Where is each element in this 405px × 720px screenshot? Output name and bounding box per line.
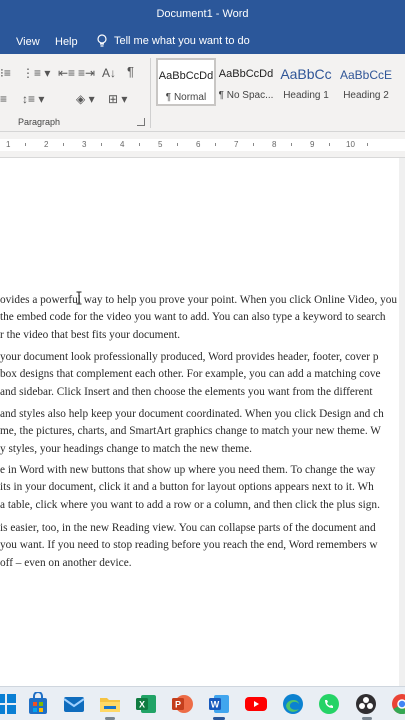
ruler-tick: [177, 143, 178, 146]
style-name: Heading 2: [343, 90, 389, 101]
text-line: box designs that complement each other. …: [0, 368, 381, 381]
style-heading-1[interactable]: AaBbCc Heading 1: [276, 58, 336, 106]
paragraph[interactable]: ovides a powerful way to help you prove …: [0, 292, 405, 344]
ruler-tick: [25, 143, 26, 146]
text-line: you want. If you need to stop reading be…: [0, 539, 378, 552]
ruler-number: 7: [234, 140, 239, 149]
lightbulb-icon: [97, 34, 107, 47]
ruler-tick: [63, 143, 64, 146]
title-bar: Document1 - Word: [0, 0, 405, 30]
style-name: ¶ Normal: [165, 92, 207, 103]
tell-me-search[interactable]: Tell me what you want to do: [96, 34, 250, 48]
text-line: e in Word with new buttons that show up …: [0, 464, 376, 476]
text-cursor-icon: [76, 291, 82, 305]
obs-studio-icon[interactable]: [354, 692, 378, 716]
justify-icon[interactable]: ≡: [0, 92, 7, 106]
youtube-icon[interactable]: [244, 692, 268, 716]
svg-text:P: P: [175, 700, 181, 710]
document-page[interactable]: ovides a powerful way to help you prove …: [0, 158, 405, 686]
ruler-number: 9: [310, 140, 315, 149]
style-sample: AaBbCcDd: [218, 68, 274, 80]
style-name: Heading 1: [283, 90, 329, 101]
text-line: off – even on another device.: [0, 556, 132, 569]
ribbon: ⁝≡ ⋮≡ ▾ ⇤≡ ≡⇥ A↓ ¶ ≡ ↕≡ ▾ ◈ ▾ ⊞ ▾ Paragr…: [0, 54, 405, 132]
text-line: its in your document, click it and a but…: [0, 481, 374, 494]
text-line: and styles also help keep your document …: [0, 408, 384, 420]
paragraph[interactable]: and styles also help keep your document …: [0, 406, 405, 458]
ruler-number: 8: [272, 140, 277, 149]
ruler-number: 1: [6, 140, 11, 149]
paragraph[interactable]: is easier, too, in the new Reading view.…: [0, 520, 405, 572]
menu-bar: View Help Tell me what you want to do: [0, 30, 405, 54]
text-line: a table, click where you want to add a r…: [0, 498, 380, 511]
ruler-number: 3: [82, 140, 87, 149]
style-no-spacing[interactable]: AaBbCcDd ¶ No Spac...: [216, 58, 276, 106]
ruler-number: 6: [196, 140, 201, 149]
style-normal[interactable]: AaBbCcDd ¶ Normal: [156, 58, 216, 106]
ruler-tick: [139, 143, 140, 146]
show-marks-icon[interactable]: ¶: [127, 65, 134, 79]
decrease-indent-icon[interactable]: ⇤≡: [58, 66, 75, 80]
style-sample: AaBbCcE: [339, 68, 393, 82]
ruler-tick: [101, 143, 102, 146]
text-line: the embed code for the video you want to…: [0, 311, 386, 324]
style-name: ¶ No Spac...: [218, 90, 274, 101]
svg-text:X: X: [139, 700, 145, 710]
vertical-scrollbar[interactable]: [399, 158, 405, 686]
text-line: r the video that best fits your document…: [0, 328, 181, 341]
styles-gallery: AaBbCcDd ¶ Normal AaBbCcDd ¶ No Spac... …: [156, 58, 396, 108]
ruler-tick: [215, 143, 216, 146]
paragraph-dialog-launcher-icon[interactable]: [137, 118, 145, 126]
ruler-number: 2: [44, 140, 49, 149]
style-heading-2[interactable]: AaBbCcE Heading 2: [336, 58, 396, 106]
tab-help[interactable]: Help: [55, 36, 78, 48]
whatsapp-icon[interactable]: [317, 692, 341, 716]
powerpoint-icon[interactable]: P: [170, 692, 194, 716]
ribbon-separator: [150, 58, 151, 128]
taskbar: X P W: [0, 686, 405, 720]
chrome-icon[interactable]: [390, 692, 405, 716]
text-line: your document look professionally produc…: [0, 351, 379, 363]
mail-icon[interactable]: [62, 692, 86, 716]
text-line: and sidebar. Click Insert and then choos…: [0, 385, 373, 398]
bullets-icon[interactable]: ⁝≡: [0, 66, 11, 80]
microsoft-store-icon[interactable]: [26, 692, 50, 716]
style-sample: AaBbCc: [280, 66, 332, 82]
text-line: ovides a powerful way to help you prove …: [0, 294, 398, 306]
ruler-number: 4: [120, 140, 125, 149]
ruler-tick: [329, 143, 330, 146]
start-icon[interactable]: [0, 692, 18, 716]
file-explorer-icon[interactable]: [98, 692, 122, 716]
window-title: Document1 - Word: [156, 8, 249, 20]
ruler-number: 5: [158, 140, 163, 149]
paragraph[interactable]: e in Word with new buttons that show up …: [0, 462, 405, 514]
tell-me-label: Tell me what you want to do: [114, 35, 250, 47]
line-spacing-icon[interactable]: ↕≡ ▾: [22, 92, 44, 106]
ruler-strip: [0, 139, 405, 151]
ruler-tick: [253, 143, 254, 146]
multilevel-list-icon[interactable]: ⋮≡ ▾: [22, 66, 50, 80]
text-line: is easier, too, in the new Reading view.…: [0, 522, 376, 534]
style-sample: AaBbCcDd: [158, 70, 214, 82]
excel-icon[interactable]: X: [134, 692, 158, 716]
text-line: me, the pictures, charts, and SmartArt g…: [0, 425, 381, 438]
ruler-tick: [291, 143, 292, 146]
edge-icon[interactable]: [281, 692, 305, 716]
ruler-number: 10: [346, 140, 355, 149]
borders-icon[interactable]: ⊞ ▾: [108, 92, 127, 106]
tab-view[interactable]: View: [16, 36, 40, 48]
ruler[interactable]: 1 2 3 4 5 6 7 8 9 10: [0, 132, 405, 158]
svg-text:W: W: [211, 700, 220, 710]
increase-indent-icon[interactable]: ≡⇥: [78, 66, 95, 80]
word-icon[interactable]: W: [207, 692, 231, 716]
paragraph-group-label: Paragraph: [18, 117, 61, 127]
sort-icon[interactable]: A↓: [102, 66, 116, 80]
shading-icon[interactable]: ◈ ▾: [76, 92, 95, 106]
ruler-tick: [367, 143, 368, 146]
paragraph[interactable]: your document look professionally produc…: [0, 349, 405, 401]
text-line: y styles, your headings change to match …: [0, 442, 252, 455]
